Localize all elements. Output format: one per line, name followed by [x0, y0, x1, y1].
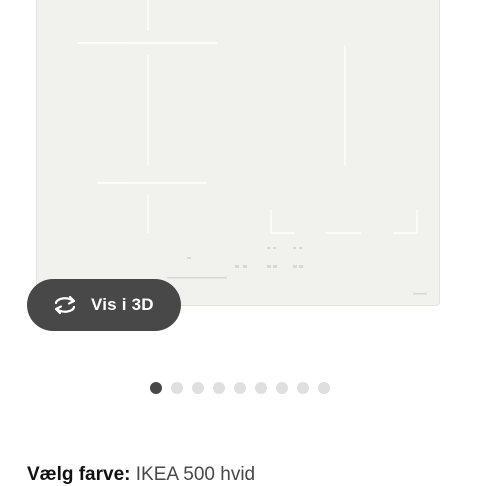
carousel-pagination: [0, 382, 480, 394]
rotate-3d-icon: [51, 295, 79, 315]
carousel-dot[interactable]: [150, 382, 162, 394]
view-in-3d-button[interactable]: Vis i 3D: [27, 279, 181, 331]
carousel-dot[interactable]: [318, 382, 330, 394]
carousel-dot[interactable]: [234, 382, 246, 394]
carousel-dot[interactable]: [213, 382, 225, 394]
carousel-dot[interactable]: [276, 382, 288, 394]
carousel-dot[interactable]: [192, 382, 204, 394]
carousel-dot[interactable]: [255, 382, 267, 394]
cooktop-markings: [77, 0, 427, 295]
color-selection-label: Vælg farve:: [27, 464, 131, 485]
cooktop-image: [36, 0, 440, 306]
carousel-dot[interactable]: [171, 382, 183, 394]
view-in-3d-label: Vis i 3D: [91, 295, 154, 314]
color-selection-value: IKEA 500 hvid: [135, 464, 256, 485]
carousel-dot[interactable]: [297, 382, 309, 394]
color-selection[interactable]: Vælg farve: IKEA 500 hvid: [27, 464, 255, 486]
